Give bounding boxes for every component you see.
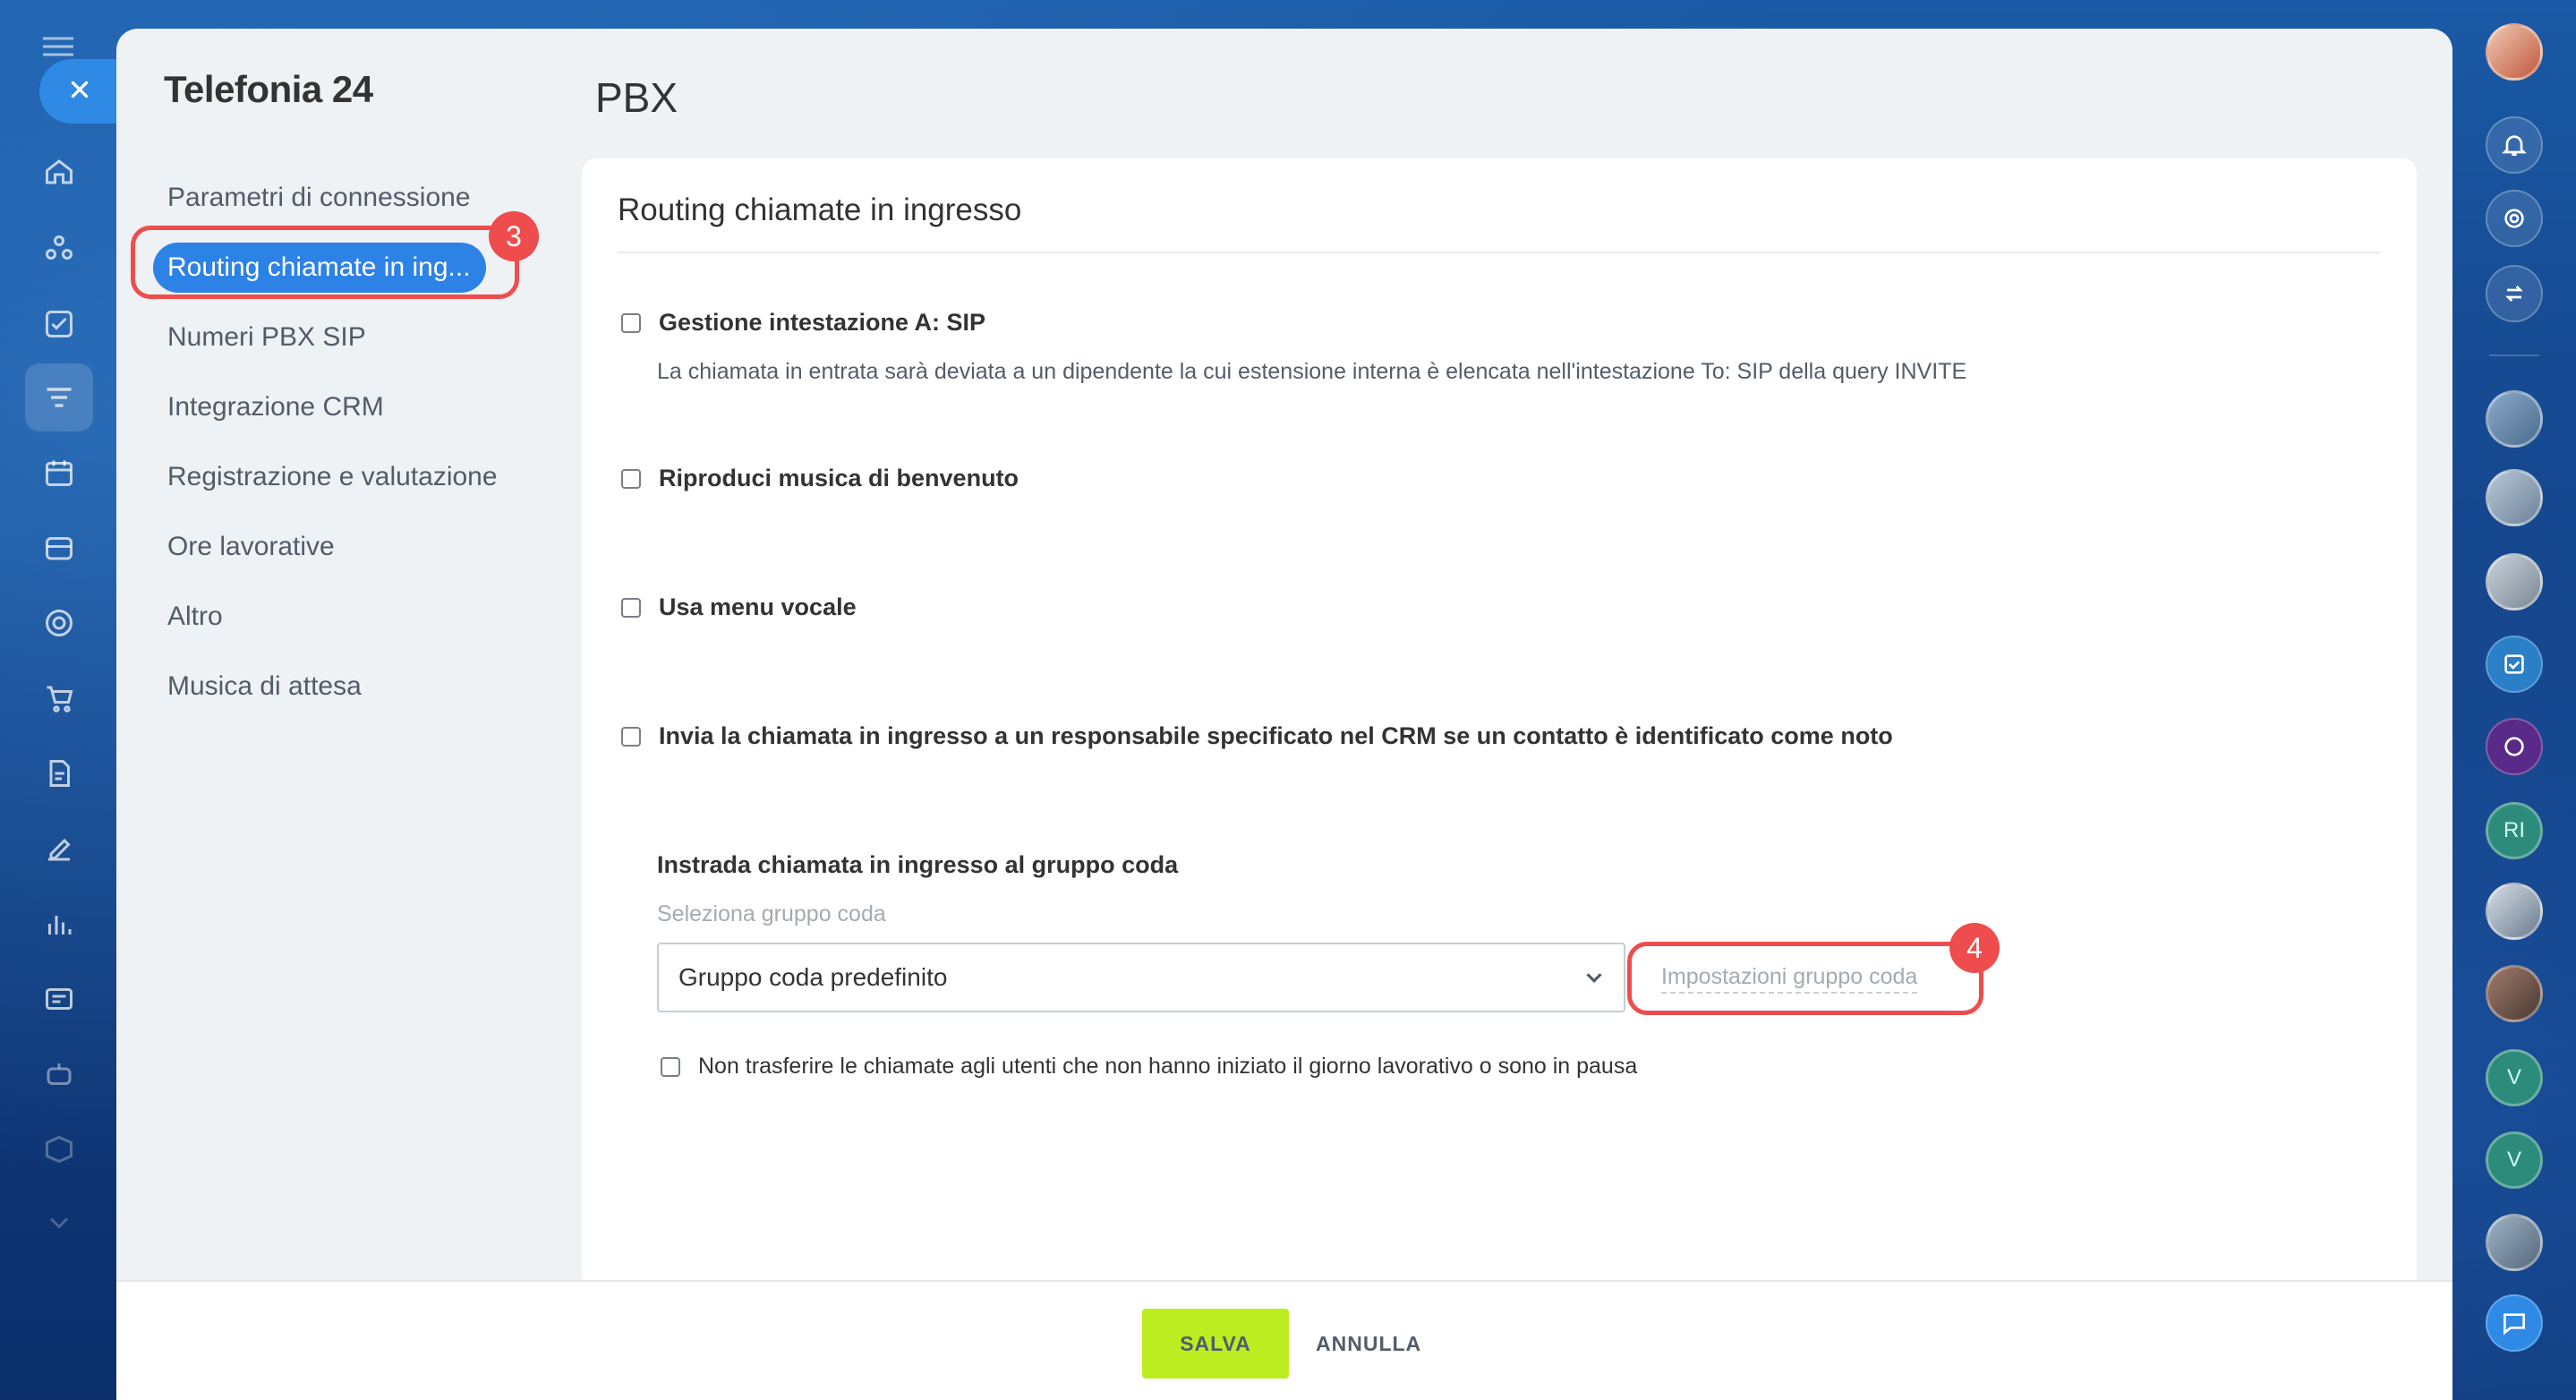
calendar-icon[interactable] <box>36 449 82 496</box>
chevron-down-icon <box>1581 964 1608 991</box>
select-value: Gruppo coda predefinito <box>678 963 948 991</box>
contact-avatar[interactable] <box>2486 390 2543 448</box>
option-label: Non trasferire le chiamate agli utenti c… <box>698 1054 1638 1079</box>
callout-highlight <box>131 226 519 299</box>
group-avatar[interactable] <box>2486 883 2543 940</box>
option-label: Usa menu vocale <box>659 593 857 620</box>
checkbox[interactable] <box>621 468 641 489</box>
menu-item-connection[interactable]: Parametri di connessione <box>164 163 540 233</box>
menu-item-crm-integration[interactable]: Integrazione CRM <box>164 372 540 442</box>
divider <box>618 252 2381 253</box>
option-crm-responsible[interactable]: Invia la chiamata in ingresso a un respo… <box>621 722 1893 750</box>
routing-card: Routing chiamate in ingresso Gestione in… <box>582 158 2417 1293</box>
cart-icon[interactable] <box>36 675 82 721</box>
contact-initials[interactable]: RI <box>2486 802 2543 859</box>
copilot-icon[interactable] <box>2486 718 2543 775</box>
option-sip-header[interactable]: Gestione intestazione A: SIP <box>621 309 985 337</box>
footer-bar: SALVA ANNULLA <box>116 1280 2452 1400</box>
contact-avatar[interactable] <box>2486 553 2543 610</box>
chevron-down-icon[interactable] <box>36 1199 82 1246</box>
menu-item-recording[interactable]: Registrazione e valutazione <box>164 442 540 512</box>
contact-initials[interactable]: V <box>2486 1049 2543 1106</box>
close-icon <box>68 78 91 106</box>
page-title: PBX <box>595 74 678 121</box>
queue-select-label: Seleziona gruppo coda <box>657 901 886 926</box>
option-label: Gestione intestazione A: SIP <box>659 309 986 336</box>
bell-icon[interactable] <box>2486 116 2543 174</box>
card-title: Routing chiamate in ingresso <box>618 192 1022 227</box>
sync-icon[interactable] <box>2486 265 2543 322</box>
sign-icon[interactable] <box>36 825 82 872</box>
queue-group-title: Instrada chiamata in ingresso al gruppo … <box>657 851 1179 878</box>
menu-item-working-hours[interactable]: Ore lavorative <box>164 512 540 582</box>
right-sidebar: RI V V <box>2452 0 2576 1400</box>
drive-icon[interactable] <box>36 525 82 571</box>
checklist-icon[interactable] <box>2486 636 2543 693</box>
option-voice-menu[interactable]: Usa menu vocale <box>621 593 857 621</box>
option-no-transfer[interactable]: Non trasferire le chiamate agli utenti c… <box>661 1054 1637 1080</box>
document-icon[interactable] <box>36 750 82 797</box>
option-welcome-music[interactable]: Riproduci musica di benvenuto <box>621 465 1019 492</box>
save-button[interactable]: SALVA <box>1142 1309 1289 1379</box>
checkbox[interactable] <box>621 726 641 747</box>
chat-icon[interactable] <box>2486 1294 2543 1352</box>
callout-badge: 3 <box>489 211 539 261</box>
robot-icon[interactable] <box>36 1051 82 1097</box>
analytics-icon[interactable] <box>36 901 82 947</box>
close-slider-button[interactable] <box>39 59 120 124</box>
box-icon[interactable] <box>36 1126 82 1173</box>
menu-item-pbx-numbers[interactable]: Numeri PBX SIP <box>164 303 540 372</box>
home-icon[interactable] <box>36 149 82 195</box>
user-avatar[interactable] <box>2486 23 2543 81</box>
app-title: Telefonia 24 <box>164 68 373 110</box>
option-description: La chiamata in entrata sarà deviata a un… <box>657 359 1967 384</box>
checkbox[interactable] <box>621 312 641 333</box>
filter-icon[interactable] <box>25 363 93 431</box>
menu-item-hold-music[interactable]: Musica di attesa <box>164 652 540 721</box>
callout-highlight <box>1627 942 1983 1015</box>
menu-item-other[interactable]: Altro <box>164 582 540 652</box>
telephony-slider: Telefonia 24 PBX Parametri di connession… <box>116 29 2452 1400</box>
contact-avatar[interactable] <box>2486 469 2543 526</box>
callout-badge: 4 <box>1949 923 2000 973</box>
contact-center-icon[interactable] <box>36 976 82 1022</box>
option-label: Riproduci musica di benvenuto <box>659 465 1019 491</box>
cancel-button[interactable]: ANNULLA <box>1316 1309 1421 1379</box>
checkbox[interactable] <box>661 1056 680 1077</box>
option-label: Invia la chiamata in ingresso a un respo… <box>659 722 1893 749</box>
scan-icon[interactable] <box>2486 190 2543 247</box>
menu-icon[interactable] <box>43 36 73 62</box>
queue-group-select[interactable]: Gruppo coda predefinito <box>657 943 1625 1012</box>
contact-avatar[interactable] <box>2486 965 2543 1022</box>
tasks-icon[interactable] <box>36 301 82 347</box>
crm-icon[interactable] <box>36 226 82 272</box>
left-navigation <box>0 0 120 1400</box>
contact-initials[interactable]: V <box>2486 1131 2543 1189</box>
contact-avatar[interactable] <box>2486 1214 2543 1271</box>
checkbox[interactable] <box>621 597 641 618</box>
target-icon[interactable] <box>36 600 82 646</box>
separator <box>2489 354 2539 356</box>
